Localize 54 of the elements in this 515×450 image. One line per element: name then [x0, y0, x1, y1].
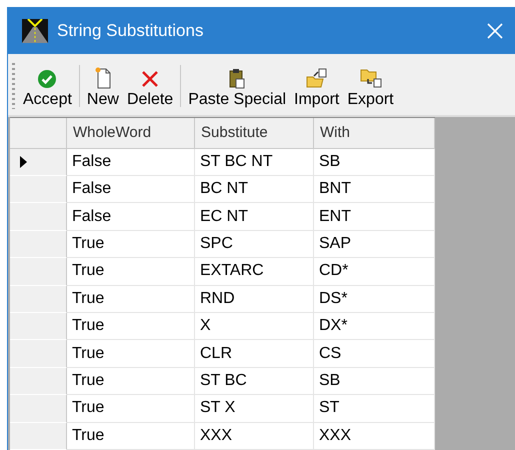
table-cell: ST X	[195, 395, 314, 423]
column-header[interactable]: With	[314, 118, 435, 149]
toolbar-grip[interactable]	[12, 63, 15, 109]
folder-icon	[304, 66, 329, 89]
table-cell: SB	[314, 148, 435, 176]
toolbar-button[interactable]: Export	[343, 57, 398, 115]
table-cell: CD*	[314, 258, 435, 286]
table-cell: ST BC NT	[195, 148, 314, 176]
clipboard-icon	[227, 66, 248, 89]
table-cell: RND	[195, 286, 314, 314]
table-cell: True	[67, 340, 195, 368]
table-cell: True	[67, 395, 195, 423]
table-cell: XXX	[314, 422, 435, 450]
window-title: String Substitutions	[57, 20, 204, 41]
table-cell: BNT	[314, 176, 435, 204]
toolbar-button[interactable]: New	[82, 57, 123, 115]
folder-icon	[358, 66, 382, 89]
current-row-icon	[20, 156, 27, 168]
table-cell: True	[67, 422, 195, 450]
table-cell: SB	[314, 368, 435, 396]
table-cell: False	[67, 203, 195, 231]
table-cell: CS	[314, 340, 435, 368]
table-cell: False	[67, 148, 195, 176]
column-header[interactable]: Substitute	[195, 118, 314, 149]
toolbar-button[interactable]: Delete	[122, 57, 178, 115]
table-cell: False	[67, 176, 195, 204]
table-cell: ENT	[314, 203, 435, 231]
table-cell: ST	[314, 395, 435, 423]
new-document-icon	[92, 66, 113, 89]
table-cell: EXTARC	[195, 258, 314, 286]
toolbar-button[interactable]: Import	[290, 57, 344, 115]
toolbar-button[interactable]: Accept	[19, 57, 76, 115]
table-cell: SAP	[314, 230, 435, 258]
table-cell: True	[67, 313, 195, 340]
road-icon	[22, 18, 48, 43]
toolbar-button[interactable]: Paste Special	[184, 57, 290, 115]
close-icon	[487, 22, 503, 39]
table-cell: X	[195, 313, 314, 340]
table-cell: CLR	[195, 340, 314, 368]
check-icon	[37, 68, 58, 89]
table-cell: DX*	[314, 313, 435, 340]
table-cell: True	[67, 368, 195, 396]
table-cell: BC NT	[195, 176, 314, 204]
table-cell: DS*	[314, 286, 435, 314]
table-cell: True	[67, 230, 195, 258]
column-header[interactable]: WholeWord	[67, 118, 195, 149]
table-cell: True	[67, 286, 195, 314]
row-header[interactable]	[10, 148, 67, 176]
delete-icon	[140, 68, 160, 89]
table-cell: ST BC	[195, 368, 314, 396]
table-cell: EC NT	[195, 203, 314, 231]
table-cell: True	[67, 258, 195, 286]
table-cell: XXX	[195, 422, 314, 450]
table-cell: SPC	[195, 230, 314, 258]
